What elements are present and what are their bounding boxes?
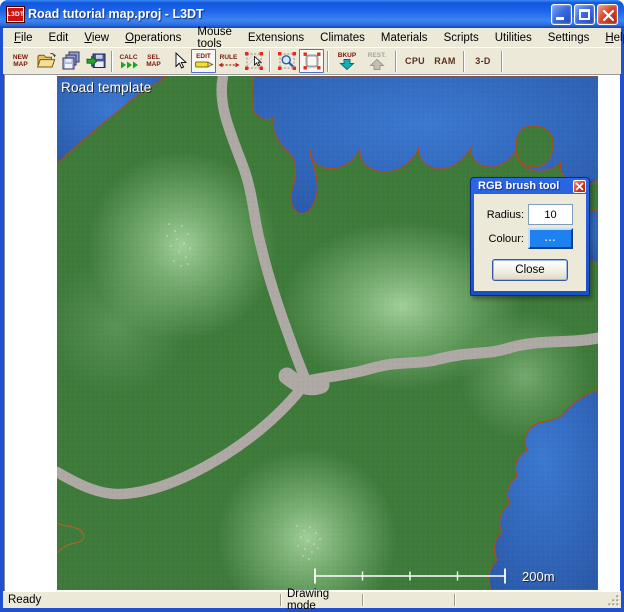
edit-tool-button[interactable]: EDIT — [191, 49, 216, 73]
export-map-button[interactable] — [83, 49, 108, 73]
rule-label: RULE — [220, 54, 238, 61]
backup-button[interactable]: BKUP — [332, 49, 362, 73]
select-map-button[interactable]: SELMAP — [141, 49, 166, 73]
floppy-stack-icon — [60, 50, 82, 72]
terrain-map[interactable] — [57, 76, 598, 590]
map-overlay-title: Road template — [61, 80, 151, 95]
new-map-button[interactable]: NEWMAP — [8, 49, 33, 73]
status-ready: Ready — [3, 592, 280, 608]
radius-input[interactable] — [528, 204, 573, 225]
status-panel-4 — [456, 592, 606, 608]
3d-label: 3-D — [475, 56, 490, 66]
menu-operations[interactable]: Operations — [117, 30, 189, 46]
resize-grip[interactable] — [606, 592, 621, 608]
menu-materials[interactable]: Materials — [373, 30, 436, 46]
toolbar-separator — [269, 51, 271, 72]
toolbar-separator — [111, 51, 113, 72]
menu-utilities[interactable]: Utilities — [487, 30, 540, 46]
selection-marquee-button[interactable] — [299, 49, 324, 73]
dialog-body: Radius: Colour: ... Close — [474, 194, 586, 291]
calc-play-icon — [120, 61, 138, 69]
app-window: L3DT Road tutorial map.proj - L3DT FileE… — [0, 0, 624, 612]
menu-help[interactable]: Help — [597, 30, 624, 46]
ram-button[interactable]: RAM — [430, 49, 460, 73]
restore-up-arrow-icon — [366, 59, 388, 70]
scale-label: 200m — [522, 569, 555, 584]
marquee-icon — [301, 50, 323, 72]
ram-label: RAM — [434, 56, 455, 66]
rest-label: REST. — [368, 52, 386, 59]
dialog-close-action-button[interactable]: Close — [492, 259, 568, 281]
cpu-label: CPU — [405, 56, 425, 66]
open-project-button[interactable] — [33, 49, 58, 73]
select-map-icon: SELMAP — [146, 54, 160, 68]
zoom-select-icon — [276, 50, 298, 72]
toolbar-separator — [501, 51, 503, 72]
menu-climates[interactable]: Climates — [312, 30, 373, 46]
menu-extensions[interactable]: Extensions — [240, 30, 312, 46]
ruler-tool-button[interactable]: RULE — [216, 49, 241, 73]
menu-settings[interactable]: Settings — [540, 30, 598, 46]
edit-label: EDIT — [196, 53, 211, 60]
app-icon: L3DT — [7, 7, 24, 22]
maximize-button[interactable] — [574, 4, 595, 25]
cursor-arrow-icon — [168, 50, 190, 72]
3d-view-button[interactable]: 3-D — [468, 49, 498, 73]
marquee-arrow-icon — [243, 50, 265, 72]
menu-scripts[interactable]: Scripts — [436, 30, 487, 46]
backup-down-arrow-icon — [336, 59, 358, 70]
rgb-brush-tool-dialog: RGB brush tool Radius: Colour: ... Close — [470, 177, 590, 296]
close-icon — [574, 181, 585, 192]
dialog-title-bar[interactable]: RGB brush tool — [474, 178, 586, 194]
toolbar-separator — [463, 51, 465, 72]
close-icon — [601, 8, 616, 23]
zoom-region-button[interactable] — [274, 49, 299, 73]
new-map-icon: NEWMAP — [13, 54, 28, 68]
select-region-button[interactable] — [241, 49, 266, 73]
floppy-arrow-icon — [85, 50, 107, 72]
status-panel-3 — [364, 592, 454, 608]
maximize-icon — [579, 9, 590, 20]
calc-button[interactable]: CALC — [116, 49, 141, 73]
toolbar: NEWMAP — [3, 47, 621, 74]
title-bar[interactable]: L3DT Road tutorial map.proj - L3DT — [0, 0, 624, 28]
close-button[interactable] — [597, 4, 618, 25]
radius-label: Radius: — [480, 209, 528, 221]
calc-label: CALC — [119, 54, 137, 61]
status-mode: Drawing mode — [282, 592, 362, 608]
menu-bar: FileEditViewOperationsMouse toolsExtensi… — [3, 28, 621, 47]
menu-view[interactable]: View — [76, 30, 117, 46]
open-folder-icon — [35, 50, 57, 72]
colour-label: Colour: — [480, 233, 528, 245]
pencil-icon — [193, 60, 215, 69]
bkup-label: BKUP — [338, 52, 356, 59]
colour-picker-button[interactable]: ... — [528, 228, 573, 249]
terrain-map-image — [57, 76, 598, 590]
toolbar-separator — [395, 51, 397, 72]
minimize-icon — [556, 17, 564, 20]
menu-file[interactable]: File — [6, 30, 41, 46]
resize-grip-icon — [608, 595, 620, 607]
cursor-tool-button[interactable] — [166, 49, 191, 73]
window-title: Road tutorial map.proj - L3DT — [28, 7, 551, 21]
dialog-close-button[interactable] — [573, 180, 586, 193]
toolbar-separator — [327, 51, 329, 72]
status-bar: Ready Drawing mode — [3, 591, 621, 608]
menu-edit[interactable]: Edit — [41, 30, 77, 46]
minimize-button[interactable] — [551, 4, 572, 25]
restore-button[interactable]: REST. — [362, 49, 392, 73]
save-all-button[interactable] — [58, 49, 83, 73]
cpu-button[interactable]: CPU — [400, 49, 430, 73]
ruler-arrows-icon — [218, 61, 240, 69]
dialog-title: RGB brush tool — [478, 180, 559, 192]
